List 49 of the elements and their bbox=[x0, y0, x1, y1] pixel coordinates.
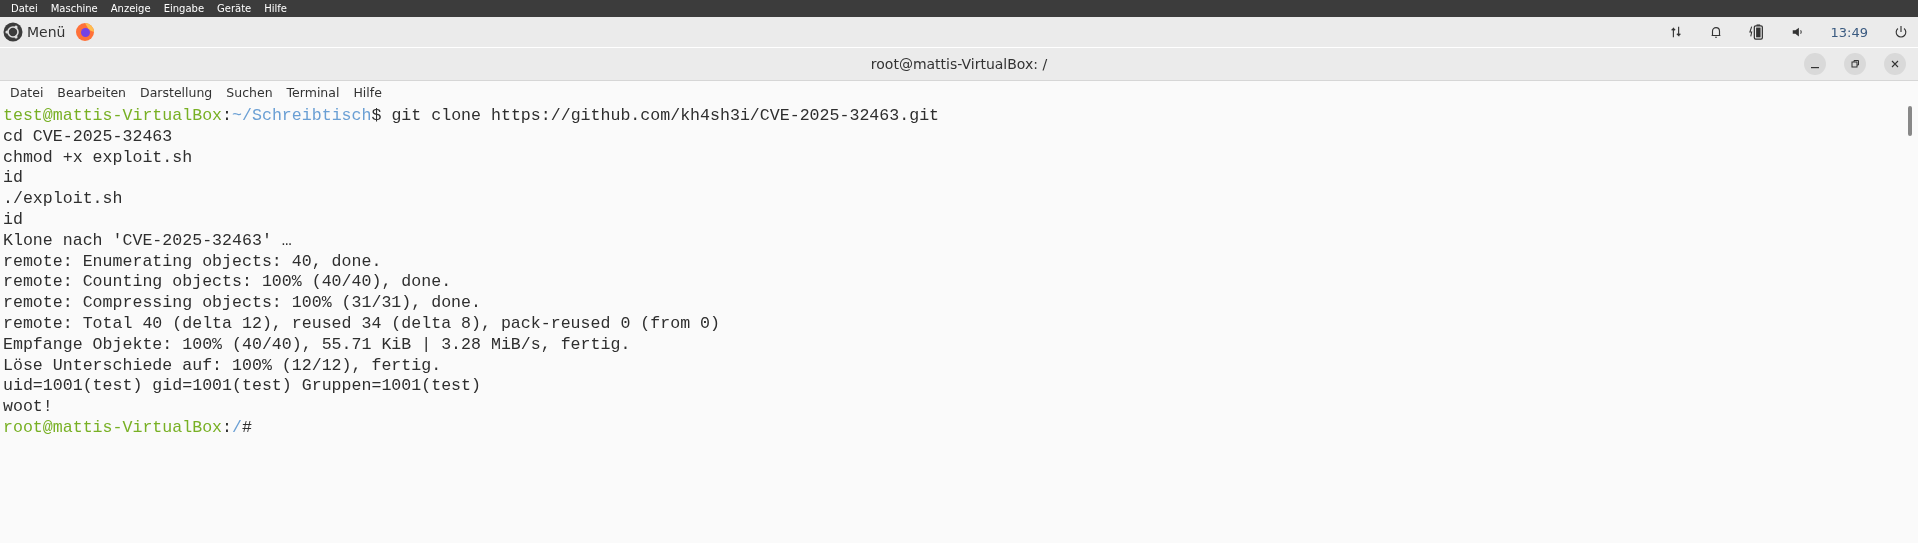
menu-item[interactable]: Hilfe bbox=[353, 85, 382, 100]
browser-icon[interactable] bbox=[75, 22, 96, 42]
close-icon bbox=[1890, 59, 1900, 69]
close-button[interactable] bbox=[1884, 53, 1906, 75]
terminal-text: id bbox=[3, 210, 23, 229]
minimize-icon bbox=[1811, 67, 1819, 69]
menu-button[interactable]: Menü bbox=[27, 24, 66, 40]
volume-icon[interactable] bbox=[1790, 25, 1805, 39]
terminal-text: ./exploit.sh bbox=[3, 189, 123, 209]
menu-item[interactable]: Darstellung bbox=[140, 85, 213, 100]
network-icon[interactable] bbox=[1668, 25, 1683, 39]
terminal-text: remote: Total 40 (delta 12), reused 34 (delta 8), pack-reused 0 (from 0) bbox=[3, 313, 720, 333]
terminal-text: Klone nach 'CVE-2025-32463' … bbox=[3, 230, 292, 250]
terminal-text: $ git clone https://github.com/kh4sh3i/CVE-2025-32463.git bbox=[371, 106, 940, 125]
clock[interactable]: 13:49 bbox=[1830, 24, 1868, 40]
terminal-text: Empfange Objekte: 100% (40/40), 55.71 KiB | 3.28 MiB/s, fertig. bbox=[3, 334, 631, 354]
terminal-text: remote: Enumerating objects: 40, done. bbox=[3, 251, 382, 271]
terminal-text: : bbox=[222, 106, 233, 125]
terminal-text: uid=1001(test) gid=1001(test) Gruppen=1001(test) bbox=[3, 376, 481, 396]
restore-button[interactable] bbox=[1844, 53, 1866, 75]
terminal-text: root@mattis-VirtualBox bbox=[3, 417, 223, 437]
menu-item[interactable]: Datei bbox=[10, 85, 44, 100]
menu-item[interactable]: Terminal bbox=[286, 85, 340, 100]
terminal-text: woot! bbox=[3, 397, 53, 417]
terminal-text: id bbox=[3, 168, 23, 188]
terminal-text: : bbox=[222, 417, 233, 437]
terminal-text: cd CVE-2025-32463 bbox=[3, 126, 173, 146]
menu-item[interactable]: Eingabe bbox=[163, 3, 205, 14]
menu-logo-icon[interactable] bbox=[3, 22, 23, 42]
terminal-text: / bbox=[232, 417, 242, 437]
terminal-text: remote: Counting objects: 100% (40/40), done. bbox=[3, 272, 452, 292]
terminal-text: test@mattis-VirtualBox bbox=[3, 106, 223, 125]
terminal-text: chmod +x exploit.sh bbox=[3, 147, 193, 167]
scrollbar[interactable] bbox=[1908, 106, 1912, 136]
terminal-text: # bbox=[242, 417, 252, 437]
menu-item[interactable]: Datei bbox=[11, 3, 38, 14]
menu-item[interactable]: Maschine bbox=[50, 3, 98, 14]
restore-icon bbox=[1850, 59, 1860, 69]
terminal-text: Löse Unterschiede auf: 100% (12/12), fertig. bbox=[3, 355, 442, 375]
menu-item[interactable]: Hilfe bbox=[264, 3, 287, 14]
menu-item[interactable]: Bearbeiten bbox=[57, 85, 127, 100]
power-icon[interactable] bbox=[1894, 25, 1908, 39]
menu-item[interactable]: Geräte bbox=[217, 3, 252, 14]
terminal-text: remote: Compressing objects: 100% (31/31), done. bbox=[3, 293, 481, 313]
window-title: root@mattis-VirtualBox: / bbox=[870, 56, 1048, 72]
menu-item[interactable]: Suchen bbox=[226, 85, 273, 100]
terminal-text: ~/Schreibtisch bbox=[232, 106, 372, 125]
battery-icon[interactable] bbox=[1748, 23, 1765, 41]
menu-item[interactable]: Anzeige bbox=[110, 3, 151, 14]
